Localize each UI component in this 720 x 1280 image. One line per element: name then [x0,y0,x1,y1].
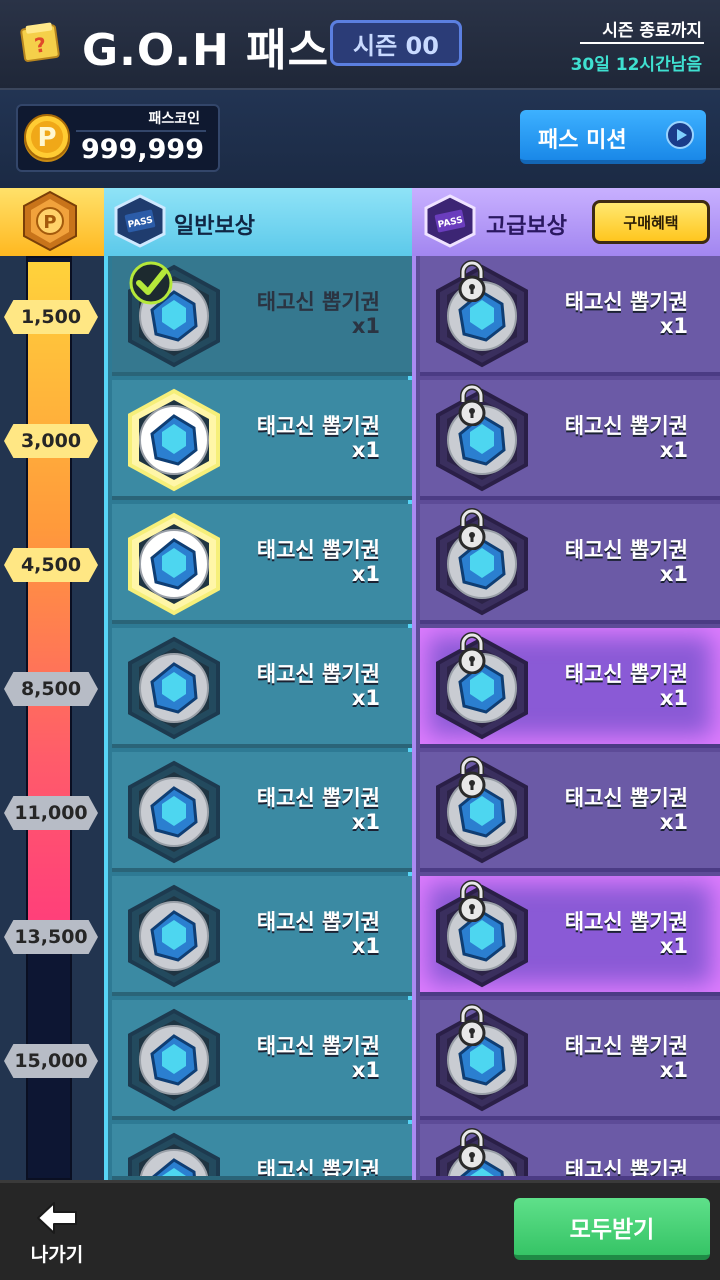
lock-icon [458,1004,486,1046]
page-title: G.O.H 패스 [82,25,330,76]
reward-name: 태고신 뽑기권 [256,414,380,438]
gacha-ticket-hex-icon [128,1132,220,1176]
reward-name: 태고신 뽑기권 [256,910,380,934]
gacha-ticket-hex-icon [128,636,220,740]
normal-reward-label: 일반보상 [174,214,255,239]
purchase-benefit-button[interactable]: 구매혜택 [592,200,710,244]
gacha-ticket-hex-icon [128,388,220,492]
claimed-check-icon [129,261,173,305]
premium-reward-row[interactable]: 태고신 뽑기권 x1 [420,628,720,748]
milestone-badge: 15,000 [4,1044,98,1078]
lock-icon [458,756,486,798]
lock-icon [458,1128,486,1170]
reward-quantity: x1 [351,810,380,834]
season-badge: 시즌 00 [330,20,462,66]
pass-mission-button[interactable]: 패스 미션 [520,110,706,164]
back-arrow-icon [37,1202,77,1234]
lock-icon [458,508,486,550]
reward-name: 태고신 뽑기권 [564,414,688,438]
back-label: 나가기 [30,1244,84,1266]
reward-name: 태고신 뽑기권 [256,1158,380,1180]
normal-reward-row[interactable]: 태고신 뽑기권 x1 [112,1000,412,1120]
normal-reward-row[interactable]: 태고신 뽑기권 x1 [112,504,412,624]
season-divider [580,42,704,44]
premium-reward-row[interactable]: 태고신 뽑기권 x1 [420,1000,720,1120]
lock-icon [458,384,486,426]
premium-pass-ticket-icon: PASS [424,194,476,248]
pass-coin-value: 999,999 [81,134,204,165]
reward-quantity: x1 [351,562,380,586]
play-arrow-icon [666,121,694,149]
pass-coin-label: 패스코인 [148,111,200,127]
reward-quantity: x1 [659,314,688,338]
premium-reward-label: 고급보상 [486,214,567,239]
reward-quantity: x1 [659,686,688,710]
reward-quantity: x1 [659,810,688,834]
help-note-icon[interactable]: ? [17,19,64,66]
reward-name: 태고신 뽑기권 [564,538,688,562]
reward-quantity: x1 [351,1058,380,1082]
premium-reward-row[interactable]: 태고신 뽑기권 x1 [420,504,720,624]
season-end-label: 시즌 종료까지 [602,21,702,41]
reward-quantity: x1 [351,686,380,710]
reward-quantity: x1 [659,438,688,462]
premium-reward-row[interactable]: 태고신 뽑기권 x1 [420,752,720,872]
normal-reward-row[interactable]: 태고신 뽑기권 x1 [112,628,412,748]
header-bar: ? G.O.H 패스 시즌 00 시즌 종료까지 30일 12시간남음 [0,0,720,90]
premium-reward-row[interactable]: 태고신 뽑기권 x1 [420,380,720,500]
lock-icon [458,260,486,302]
reward-quantity: x1 [659,562,688,586]
lock-icon [458,880,486,922]
milestone-badge: 11,000 [4,796,98,830]
normal-reward-row[interactable]: 태고신 뽑기권 [112,1124,412,1180]
pass-mission-label: 패스 미션 [538,128,627,153]
pass-coin-icon: P [24,114,70,162]
normal-reward-row[interactable]: 태고신 뽑기권 x1 [112,876,412,996]
reward-quantity: x1 [351,438,380,462]
milestone-badge: 1,500 [4,300,98,334]
premium-reward-row[interactable]: 태고신 뽑기권 x1 [420,876,720,996]
reward-quantity: x1 [351,314,380,338]
normal-reward-row[interactable]: 태고신 뽑기권 x1 [112,752,412,872]
reward-name: 태고신 뽑기권 [256,538,380,562]
premium-reward-row[interactable]: 태고신 뽑기권 [420,1124,720,1180]
season-remaining-time: 30일 12시간남음 [570,55,702,75]
normal-reward-row[interactable]: 태고신 뽑기권 x1 [112,380,412,500]
reward-name: 태고신 뽑기권 [564,1158,688,1180]
reward-name: 태고신 뽑기권 [256,1034,380,1058]
premium-reward-row[interactable]: 태고신 뽑기권 x1 [420,256,720,376]
milestone-badge: 3,000 [4,424,98,458]
gacha-ticket-hex-icon [128,512,220,616]
normal-pass-ticket-icon: PASS [114,194,166,248]
reward-name: 태고신 뽑기권 [564,290,688,314]
milestone-badge: 8,500 [4,672,98,706]
pass-point-hex-icon: P [23,190,77,252]
svg-text:P: P [37,123,56,153]
reward-name: 태고신 뽑기권 [564,910,688,934]
reward-name: 태고신 뽑기권 [256,786,380,810]
gacha-ticket-hex-icon [128,884,220,988]
back-button[interactable]: 나가기 [20,1196,94,1270]
coin-divider [76,130,206,132]
claim-all-button[interactable]: 모두받기 [514,1198,710,1260]
svg-text:P: P [43,212,56,233]
gacha-ticket-hex-icon [128,1008,220,1112]
reward-name: 태고신 뽑기권 [564,1034,688,1058]
reward-name: 태고신 뽑기권 [564,786,688,810]
reward-name: 태고신 뽑기권 [564,662,688,686]
milestone-badge: 13,500 [4,920,98,954]
lock-icon [458,632,486,674]
reward-name: 태고신 뽑기권 [256,662,380,686]
reward-quantity: x1 [659,1058,688,1082]
gacha-ticket-hex-icon [128,760,220,864]
milestone-badge: 4,500 [4,548,98,582]
reward-name: 태고신 뽑기권 [256,290,380,314]
normal-reward-row[interactable]: 태고신 뽑기권 x1 [112,256,412,376]
reward-quantity: x1 [351,934,380,958]
reward-quantity: x1 [659,934,688,958]
